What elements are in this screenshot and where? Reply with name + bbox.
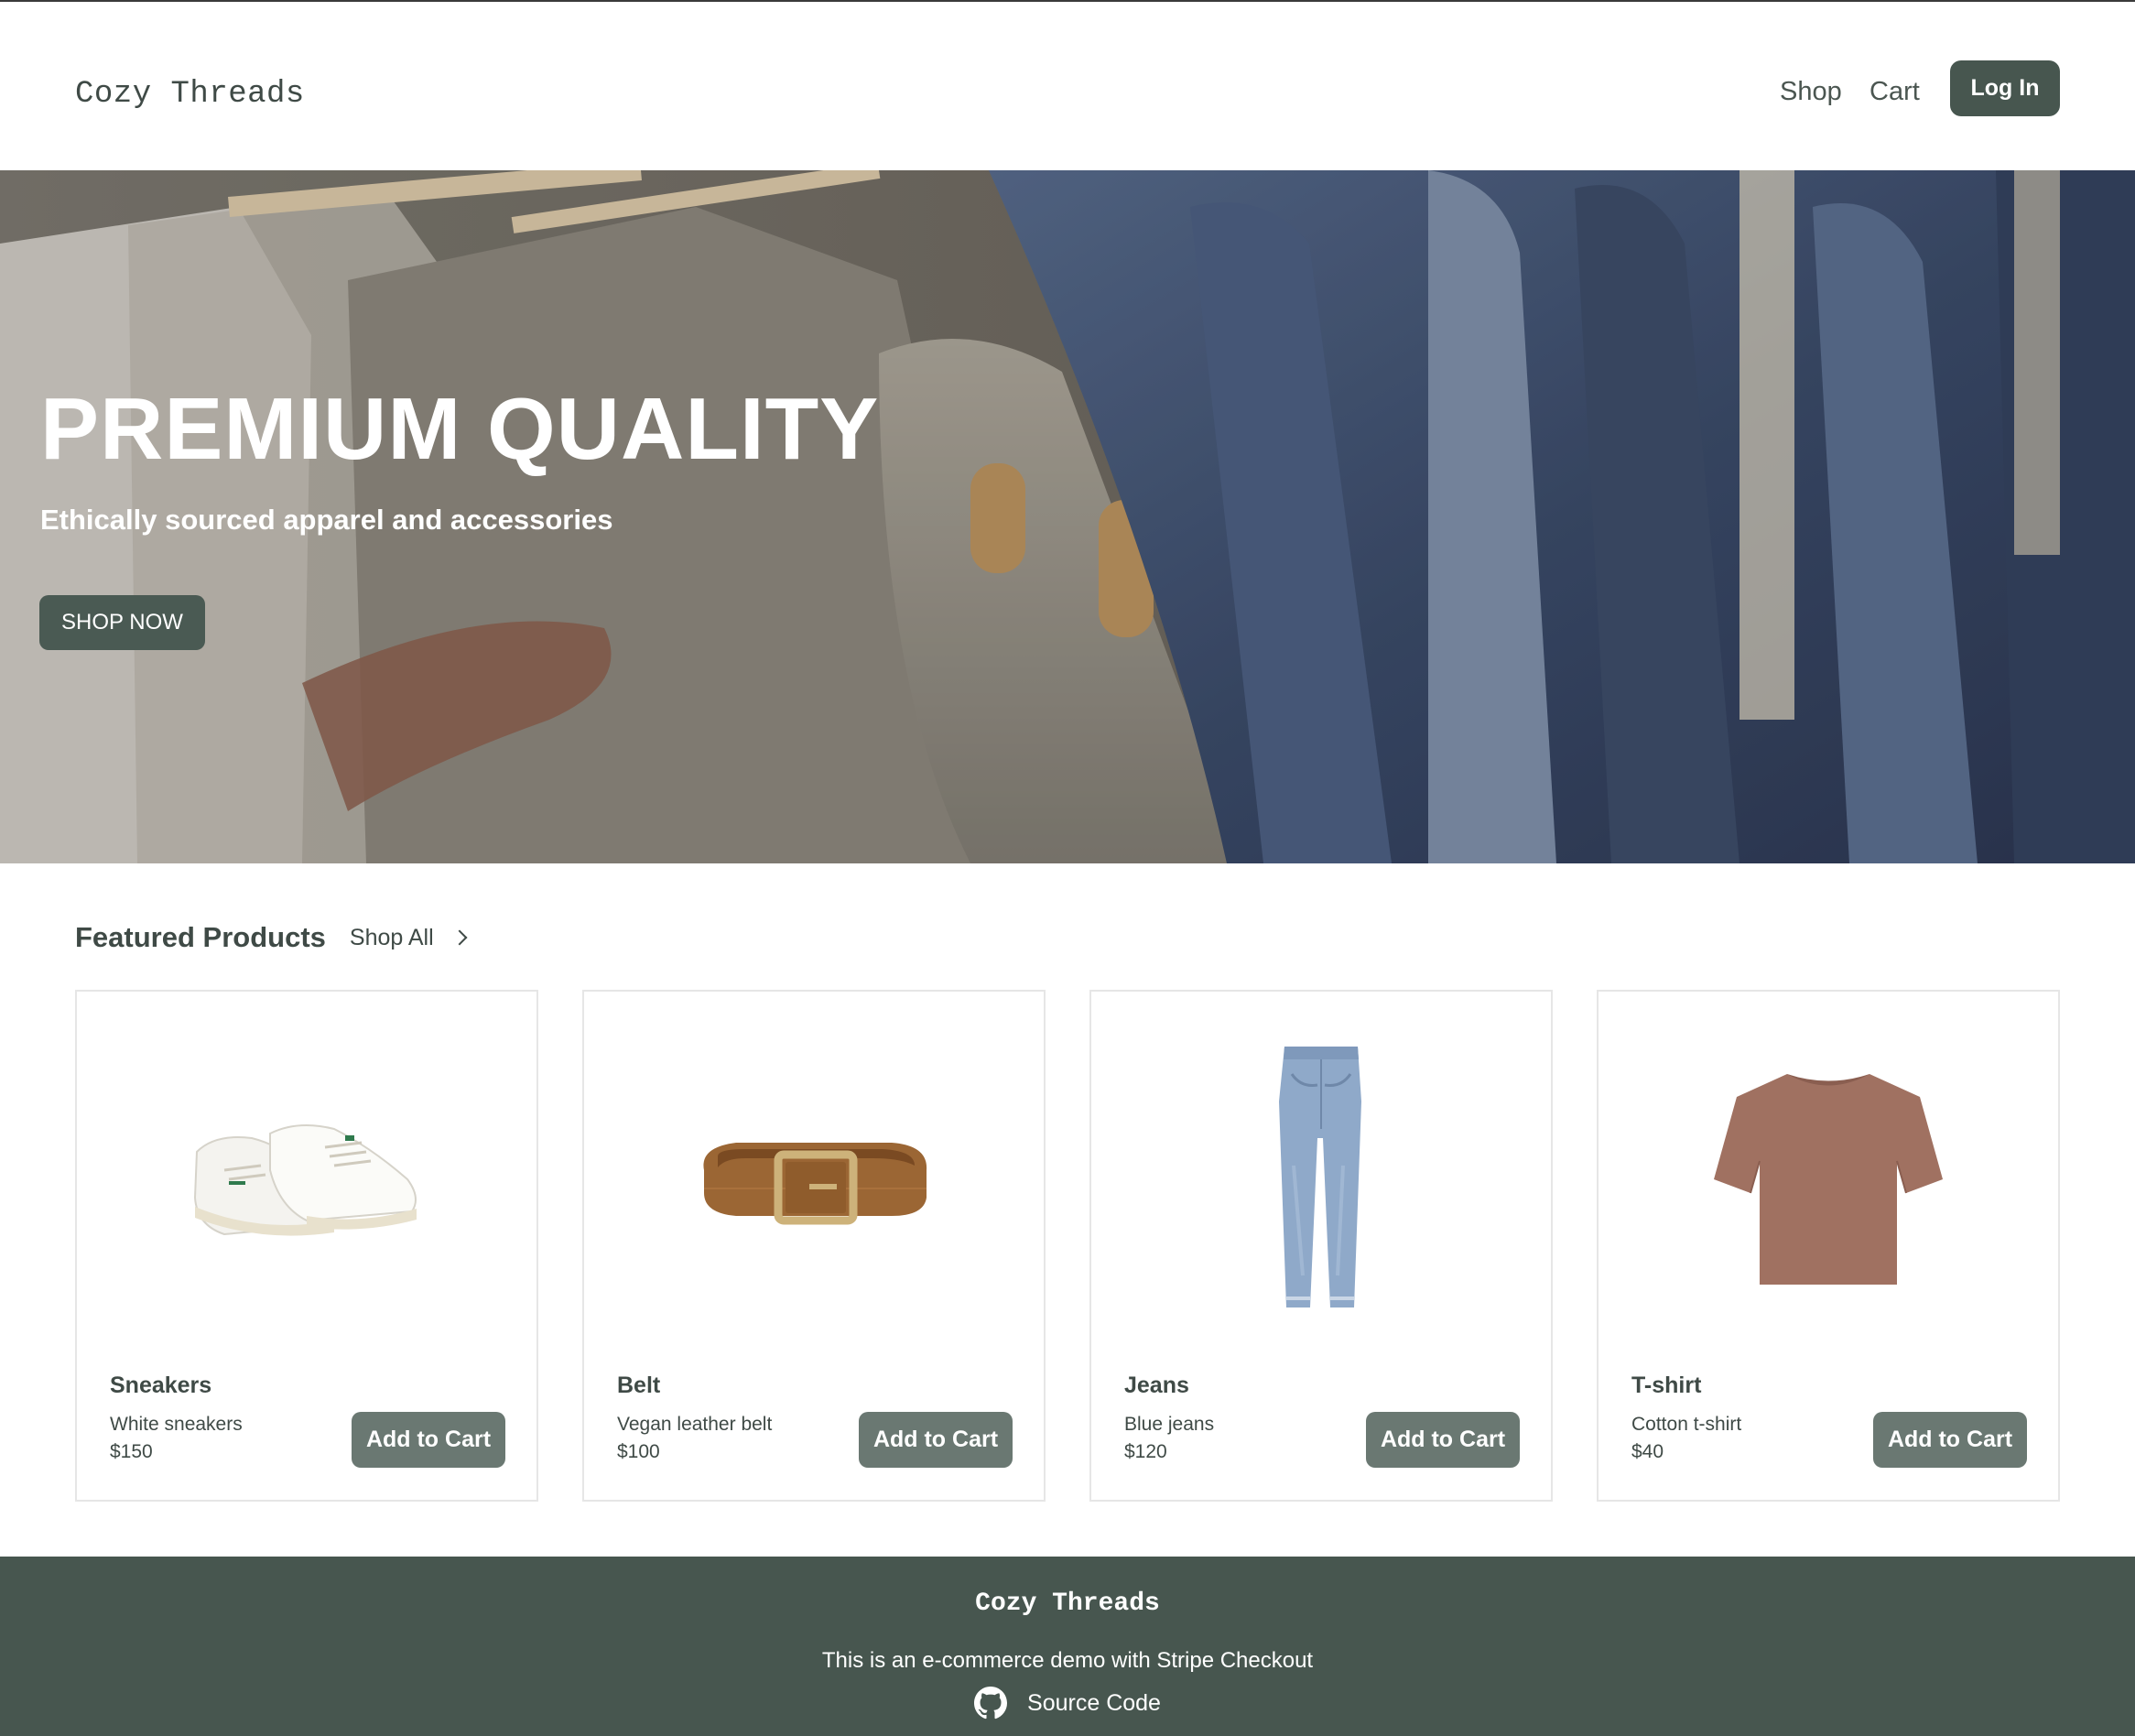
site-footer: Cozy Threads This is an e-commerce demo … (0, 1557, 2135, 1736)
product-price: $150 (110, 1441, 153, 1462)
shop-now-button[interactable]: SHOP NOW (39, 595, 205, 650)
product-description: Vegan leather belt (617, 1414, 773, 1435)
add-to-cart-button[interactable]: Add to Cart (859, 1412, 1013, 1468)
product-price: $40 (1631, 1441, 1664, 1462)
product-name: T-shirt (1631, 1373, 1702, 1398)
source-code-link[interactable]: Source Code (0, 1687, 2135, 1720)
product-card: Jeans Blue jeans $120 Add to Cart (1089, 990, 1553, 1502)
nav-link-shop[interactable]: Shop (1780, 77, 1842, 107)
source-code-label: Source Code (1027, 1689, 1161, 1716)
add-to-cart-button[interactable]: Add to Cart (352, 1412, 505, 1468)
site-header: Cozy Threads Shop Cart Log In (0, 2, 2135, 170)
sneakers-image[interactable] (77, 992, 536, 1358)
hero-subtitle: Ethically sourced apparel and accessorie… (40, 504, 613, 536)
product-name: Belt (617, 1373, 661, 1398)
featured-products-header: Featured Products Shop All (75, 921, 468, 954)
belt-image[interactable] (584, 992, 1044, 1358)
product-price: $120 (1124, 1441, 1167, 1462)
product-description: White sneakers (110, 1414, 243, 1435)
product-description: Blue jeans (1124, 1414, 1215, 1435)
jeans-image[interactable] (1091, 992, 1551, 1358)
hero-title: PREMIUM QUALITY (40, 380, 880, 478)
chevron-right-icon (451, 929, 468, 946)
nav-link-cart[interactable]: Cart (1869, 77, 1920, 107)
product-price: $100 (617, 1441, 660, 1462)
hero-banner: PREMIUM QUALITY Ethically sourced appare… (0, 170, 2135, 863)
login-button[interactable]: Log In (1950, 60, 2060, 116)
product-description: Cotton t-shirt (1631, 1414, 1742, 1435)
shop-all-label: Shop All (349, 924, 434, 950)
product-card: Belt Vegan leather belt $100 Add to Cart (582, 990, 1046, 1502)
footer-description: This is an e-commerce demo with Stripe C… (821, 1648, 1314, 1673)
add-to-cart-button[interactable]: Add to Cart (1873, 1412, 2027, 1468)
add-to-cart-button[interactable]: Add to Cart (1366, 1412, 1520, 1468)
product-name: Sneakers (110, 1373, 212, 1398)
product-card: Sneakers White sneakers $150 Add to Cart (75, 990, 538, 1502)
product-card: T-shirt Cotton t-shirt $40 Add to Cart (1597, 990, 2060, 1502)
featured-products-title: Featured Products (75, 921, 326, 953)
tshirt-image[interactable] (1599, 992, 2058, 1358)
github-icon (974, 1687, 1008, 1720)
footer-logo: Cozy Threads (975, 1590, 1160, 1618)
site-logo[interactable]: Cozy Threads (75, 77, 305, 112)
product-name: Jeans (1124, 1373, 1189, 1398)
shop-all-link[interactable]: Shop All (349, 924, 468, 951)
